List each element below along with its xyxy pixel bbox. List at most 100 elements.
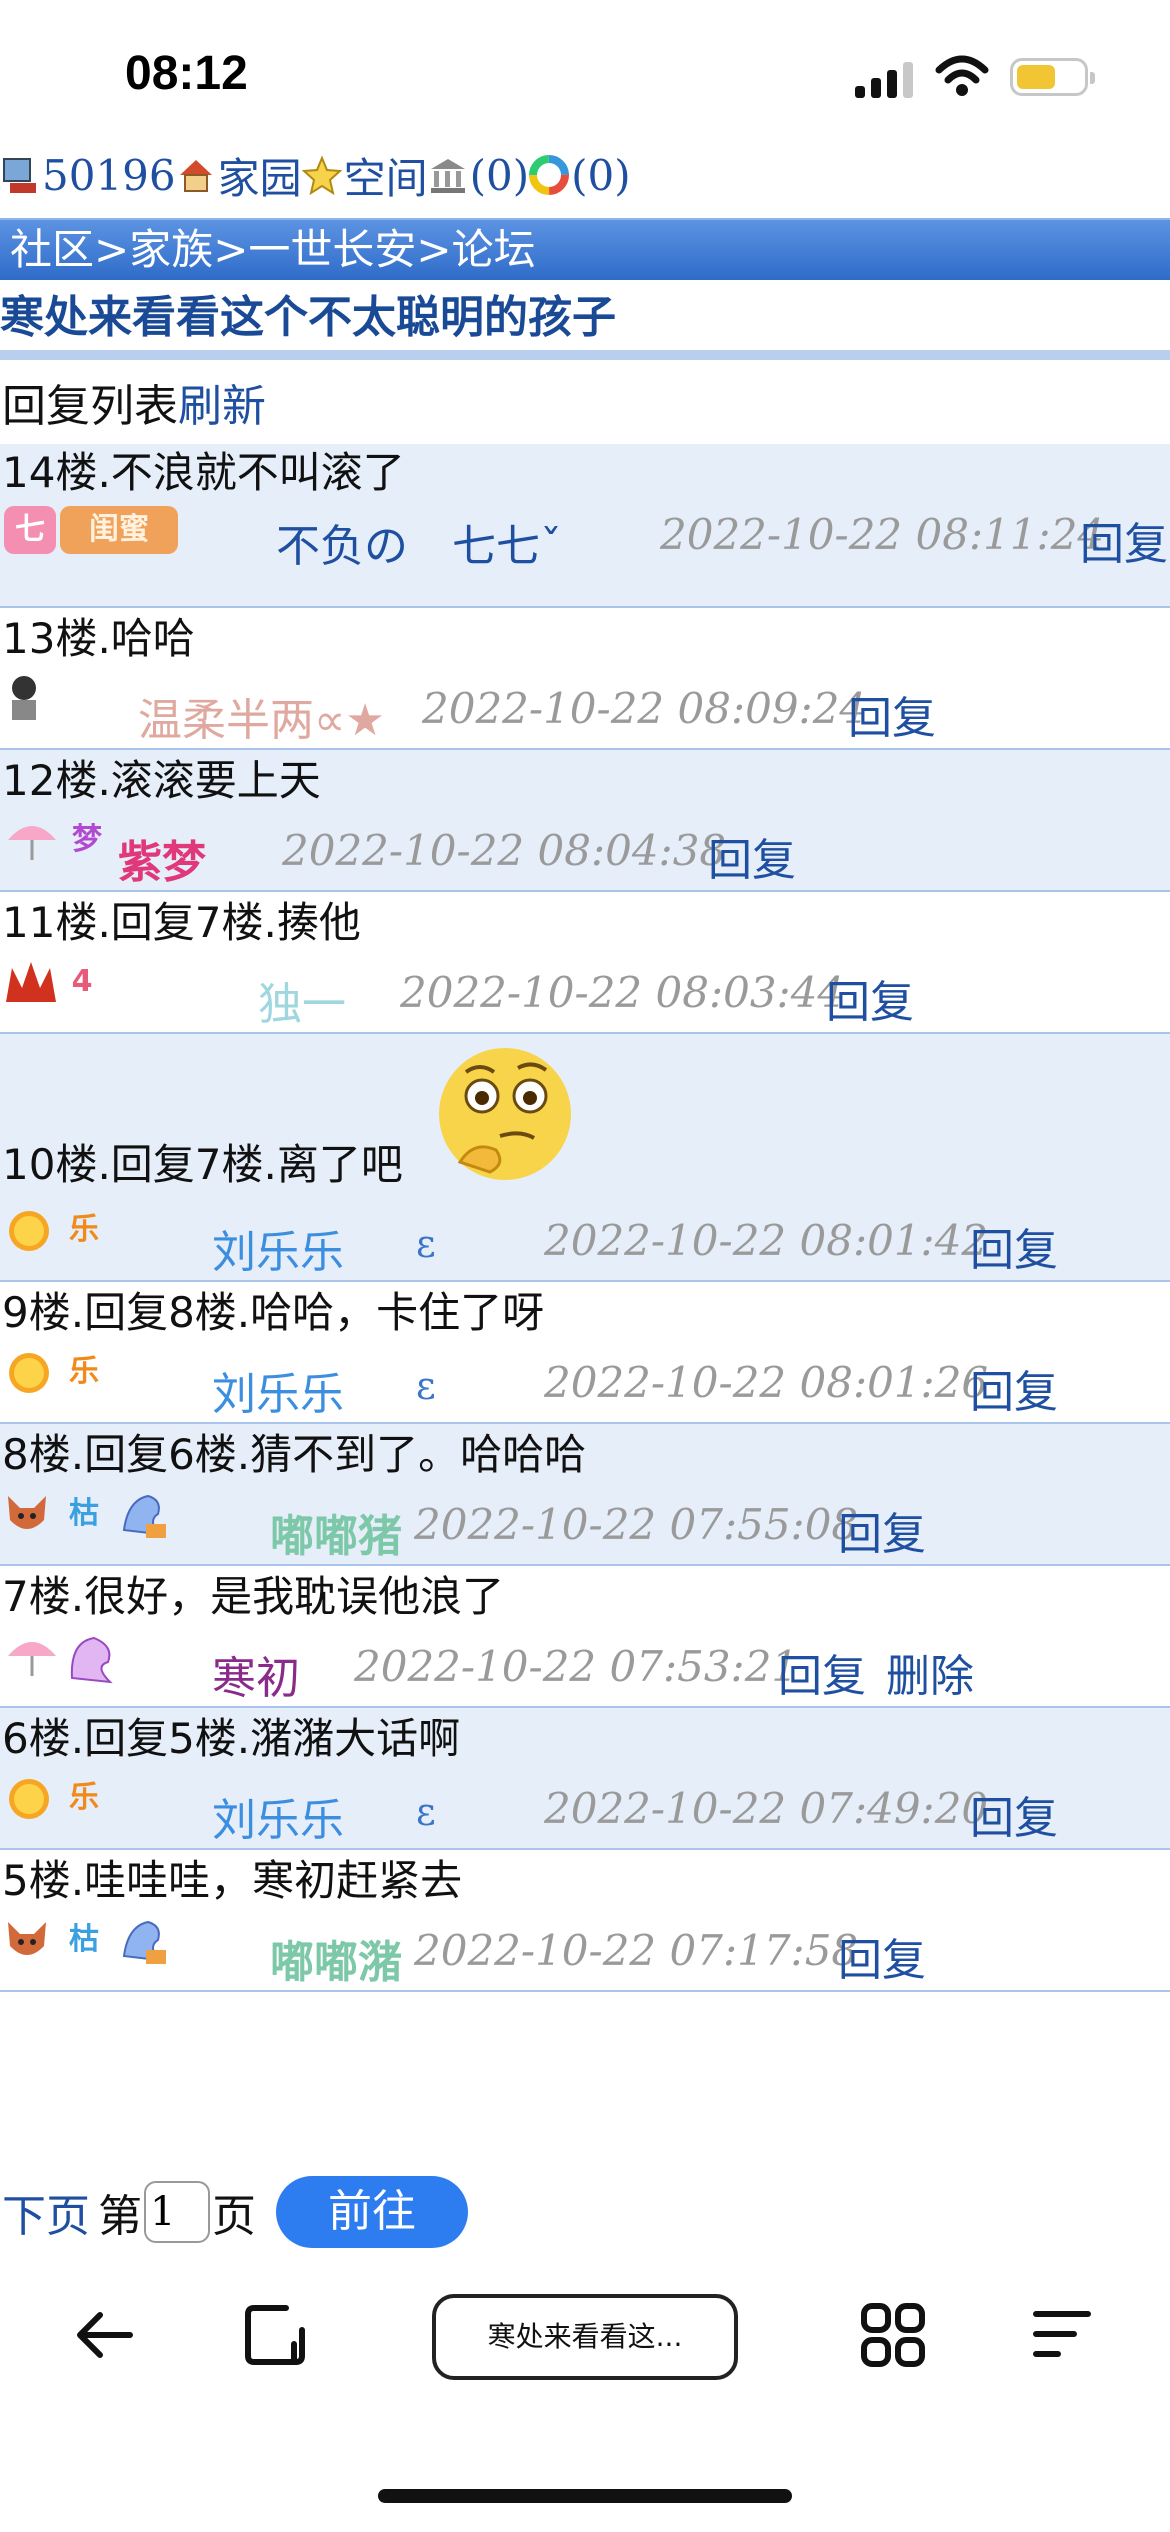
- post-timestamp: 2022-10-22 08:04:38: [282, 826, 727, 875]
- address-bar[interactable]: 寒处来看看这...: [432, 2294, 738, 2380]
- reply-link[interactable]: 回复: [778, 1640, 866, 1704]
- fox-icon: [8, 1922, 46, 1955]
- username-link[interactable]: 刘乐乐: [212, 1784, 344, 1848]
- back-arrow-icon[interactable]: [70, 2300, 140, 2370]
- username-suffix: ε: [416, 1364, 436, 1408]
- reply-link[interactable]: 回复: [970, 1214, 1058, 1278]
- bank-link[interactable]: (0): [470, 151, 530, 200]
- status-bar: 08:12: [0, 0, 1170, 150]
- reply-link[interactable]: 回复: [970, 1782, 1058, 1846]
- sun-icon: [9, 1779, 49, 1819]
- username-suffix: ε: [416, 1790, 436, 1834]
- username-link[interactable]: 嘟嘟潴: [270, 1926, 402, 1990]
- username-suffix: ε: [416, 1222, 436, 1266]
- post-content: 11楼.回复7楼.揍他: [2, 898, 361, 947]
- username-link[interactable]: 温柔半两∝★: [138, 684, 385, 748]
- reply-link[interactable]: 回复: [838, 1498, 926, 1562]
- badge-icon: 乐: [69, 1780, 99, 1815]
- username-link[interactable]: 紫梦: [118, 826, 206, 890]
- go-button[interactable]: 前往: [276, 2176, 468, 2248]
- list-item: 8楼.回复6楼.猜不到了。哈哈哈 枯 嘟嘟猪 2022-10-22 07:55:…: [0, 1424, 1170, 1566]
- messages-link[interactable]: (0): [571, 151, 631, 200]
- username-link[interactable]: 嘟嘟猪: [270, 1500, 402, 1564]
- post-content: 12楼.滚滚要上天: [2, 756, 321, 805]
- badge-icon: 枯: [69, 1922, 99, 1957]
- list-item: 14楼.不浪就不叫滚了 七闺蜜 不负の 七七ˇ 2022-10-22 08:11…: [0, 444, 1170, 608]
- badge-icon: 4: [71, 964, 93, 999]
- cellular-signal-icon: [855, 58, 915, 98]
- color-wheel-icon: [529, 155, 570, 195]
- post-timestamp: 2022-10-22 07:55:08: [414, 1500, 859, 1549]
- reply-link[interactable]: 回复: [970, 1356, 1058, 1420]
- star-icon: [301, 155, 342, 195]
- avatar: [12, 676, 36, 720]
- username-link[interactable]: 刘乐乐: [212, 1358, 344, 1422]
- post-content: 13楼.哈哈: [2, 614, 195, 663]
- home-link[interactable]: 家园: [218, 145, 302, 206]
- sun-icon: [9, 1353, 49, 1393]
- list-item: 5楼.哇哇哇，寒初赶紧去 枯 嘟嘟潴 2022-10-22 07:17:58 回…: [0, 1850, 1170, 1992]
- reply-link[interactable]: 回复: [838, 1924, 926, 1988]
- user-id-link[interactable]: 50196: [42, 151, 176, 200]
- umbrella-icon: [8, 1642, 56, 1676]
- list-item: 11楼.回复7楼.揍他 4 独一 2022-10-22 08:03:44 回复: [0, 892, 1170, 1034]
- reply-link[interactable]: 回复: [1080, 508, 1168, 572]
- post-content: 8楼.回复6楼.猜不到了。哈哈哈: [2, 1430, 587, 1479]
- page-prefix: 第: [98, 2191, 142, 2242]
- post-timestamp: 2022-10-22 08:01:42: [544, 1216, 989, 1265]
- page-title: 寒处来看看这个不太聪明的孩子: [0, 288, 1170, 360]
- battery-icon: [1010, 58, 1095, 96]
- status-time: 08:12: [125, 47, 248, 100]
- list-item: 7楼.很好，是我耽误他浪了 寒初 2022-10-22 07:53:21 回复 …: [0, 1566, 1170, 1708]
- username-link[interactable]: 不负の 七七ˇ: [276, 510, 562, 574]
- pagination: 下页 第 页 前往: [0, 2176, 1170, 2248]
- username-link[interactable]: 寒初: [212, 1642, 300, 1706]
- post-content: 5楼.哇哇哇，寒初赶紧去: [2, 1856, 463, 1905]
- next-page-link[interactable]: 下页: [2, 2180, 90, 2244]
- crown-icon: [6, 962, 56, 1002]
- reply-list-label: 回复列表: [2, 381, 178, 432]
- post-timestamp: 2022-10-22 08:03:44: [400, 968, 845, 1017]
- reply-link[interactable]: 回复: [848, 682, 936, 746]
- post-timestamp: 2022-10-22 08:09:24: [422, 684, 867, 733]
- dragon-icon: [70, 1636, 113, 1684]
- list-item: 6楼.回复5楼.潴潴大话啊 乐 刘乐乐 ε 2022-10-22 07:49:2…: [0, 1708, 1170, 1850]
- list-item: 9楼.回复8楼.哈哈，卡住了呀 乐 刘乐乐 ε 2022-10-22 08:01…: [0, 1282, 1170, 1424]
- post-content: 9楼.回复8楼.哈哈，卡住了呀: [2, 1288, 545, 1337]
- post-content: 7楼.很好，是我耽误他浪了: [2, 1572, 505, 1621]
- username-link[interactable]: 刘乐乐: [212, 1216, 344, 1280]
- badge-icon: 闺蜜: [60, 506, 178, 554]
- dragon-icon: [122, 1920, 166, 1964]
- wifi-icon: [935, 55, 989, 96]
- umbrella-icon: [8, 826, 56, 860]
- badge-icon: 七: [4, 506, 56, 554]
- breadcrumb[interactable]: 社区>家族>一世长安>论坛: [0, 218, 1170, 280]
- space-link[interactable]: 空间: [344, 145, 428, 206]
- reply-link[interactable]: 回复: [708, 824, 796, 888]
- delete-link[interactable]: 删除: [886, 1640, 974, 1704]
- bank-icon: [430, 159, 465, 193]
- home-indicator[interactable]: [378, 2489, 792, 2503]
- badge-icon: 枯: [69, 1496, 99, 1531]
- post-content: 14楼.不浪就不叫滚了: [2, 448, 405, 497]
- reply-link[interactable]: 回复: [826, 966, 914, 1030]
- post-content-row: 10楼.回复7楼.离了吧: [0, 1034, 1170, 1202]
- username-link[interactable]: 独一: [258, 968, 346, 1032]
- post-timestamp: 2022-10-22 07:17:58: [414, 1926, 859, 1975]
- grid-menu-icon[interactable]: [858, 2300, 928, 2370]
- tabs-icon[interactable]: [240, 2300, 310, 2370]
- page-number-input[interactable]: [144, 2181, 210, 2243]
- badge-icon: 乐: [69, 1354, 99, 1389]
- post-timestamp: 2022-10-22 08:11:24: [660, 510, 1105, 559]
- list-item: 13楼.哈哈 温柔半两∝★ 2022-10-22 08:09:24 回复: [0, 608, 1170, 750]
- refresh-link[interactable]: 刷新: [178, 381, 266, 432]
- more-menu-icon[interactable]: [1028, 2300, 1098, 2370]
- list-item: 10楼.回复7楼.离了吧 乐 刘乐乐 ε 2022-10-22 08:01:42…: [0, 1034, 1170, 1282]
- page-suffix: 页: [212, 2191, 256, 2242]
- post-content: 6楼.回复5楼.潴潴大话啊: [2, 1714, 461, 1763]
- house-icon: [179, 160, 212, 192]
- list-item: 12楼.滚滚要上天 梦 紫梦 2022-10-22 08:04:38 回复: [0, 750, 1170, 892]
- fox-icon: [8, 1496, 46, 1529]
- reply-list: 14楼.不浪就不叫滚了 七闺蜜 不负の 七七ˇ 2022-10-22 08:11…: [0, 444, 1170, 1992]
- post-timestamp: 2022-10-22 07:53:21: [354, 1642, 799, 1691]
